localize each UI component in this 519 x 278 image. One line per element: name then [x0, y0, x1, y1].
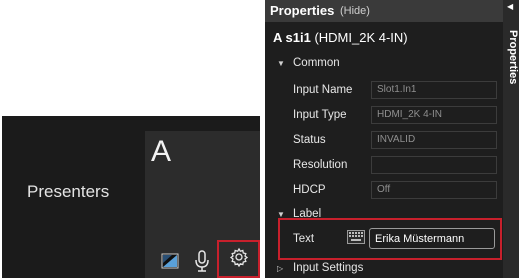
field-value-hdcp: Off [371, 181, 497, 199]
properties-header: Properties (Hide) [265, 0, 503, 22]
field-label-input-name: Input Name [293, 84, 353, 96]
presenters-label: Presenters [27, 182, 110, 201]
field-value-resolution [371, 156, 497, 174]
field-label-text: Text [293, 233, 315, 245]
settings-button[interactable] [217, 240, 260, 278]
presenter-panel: Presenters A [2, 116, 260, 278]
field-label-hdcp: HDCP [293, 184, 326, 196]
collapsed-triangle-icon: ▷ [277, 264, 284, 273]
properties-side-tab[interactable]: ◀ Properties [503, 0, 519, 278]
section-input-settings-label: Input Settings [293, 262, 364, 274]
device-id: A s1i1 [273, 30, 311, 45]
label-text-input[interactable] [369, 228, 495, 249]
field-label-status: Status [293, 134, 326, 146]
properties-panel: Properties (Hide) ◀ Properties A s1i1 (H… [265, 0, 519, 278]
presenter-tile-letter: A [151, 135, 172, 168]
collapse-arrow-icon[interactable]: ◀ [507, 2, 513, 11]
microphone-icon[interactable] [193, 249, 211, 273]
section-common[interactable]: ▼ Common [277, 57, 340, 69]
device-detail: (HDMI_2K 4-IN) [314, 30, 408, 45]
field-label-input-type: Input Type [293, 109, 347, 121]
field-label-resolution: Resolution [293, 159, 348, 171]
tile-image-icon[interactable] [160, 251, 180, 271]
side-tab-label: Properties [507, 30, 519, 85]
hide-link[interactable]: (Hide) [340, 5, 370, 17]
device-title: A s1i1 (HDMI_2K 4-IN) [273, 30, 408, 45]
field-value-input-type: HDMI_2K 4-IN [371, 106, 497, 124]
keyboard-icon[interactable] [347, 230, 365, 244]
section-input-settings[interactable]: ▷ Input Settings [277, 262, 363, 274]
gear-icon [229, 247, 249, 272]
section-common-label: Common [293, 57, 340, 69]
field-value-status: INVALID [371, 131, 497, 149]
field-value-input-name: Slot1.In1 [371, 81, 497, 99]
properties-title: Properties [270, 3, 335, 18]
expanded-triangle-icon: ▼ [277, 59, 285, 68]
